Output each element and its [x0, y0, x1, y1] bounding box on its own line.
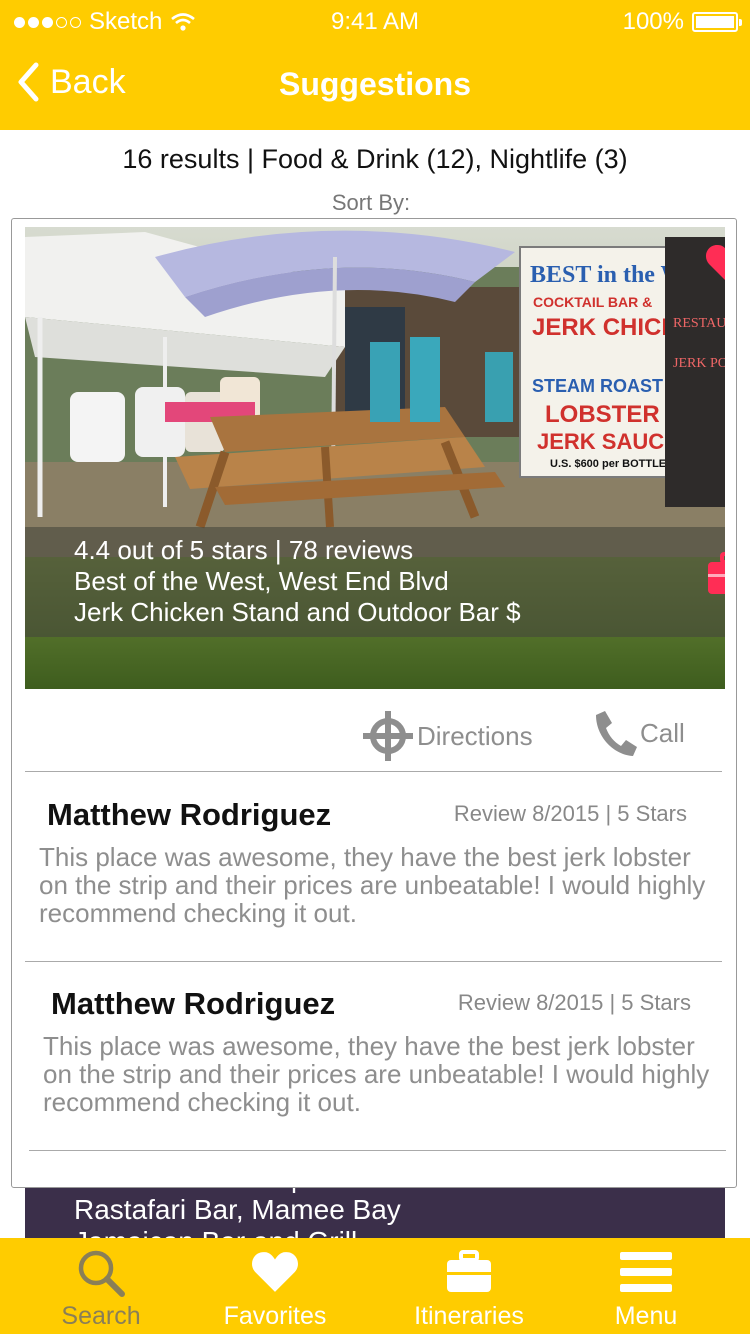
listing-rating: 4.4 out of 5 stars | 78 reviews [74, 535, 414, 565]
status-right: 100% [622, 8, 742, 36]
sign-text-6: JERK SAUCE [537, 429, 679, 454]
tab-label: Favorites [223, 1302, 327, 1330]
tab-label: Itineraries [414, 1302, 524, 1330]
listing-info-overlay: 4.4 out of 5 stars | 78 reviews Best of … [25, 527, 725, 637]
divider [29, 1150, 726, 1151]
listing-photo[interactable]: BEST in the WEST COCKTAIL BAR & JERK CHI… [25, 227, 725, 689]
directions-button[interactable]: Directions [361, 709, 533, 763]
nav-bar: Back Suggestions [0, 44, 750, 130]
tab-menu[interactable]: Menu [606, 1238, 686, 1334]
tab-itineraries[interactable]: Itineraries [407, 1238, 531, 1334]
results-summary: 16 results | Food & Drink (12), Nightlif… [122, 144, 628, 174]
directions-label: Directions [417, 720, 533, 751]
review-text: This place was awesome, they have the be… [39, 842, 706, 928]
reviewer-name: Matthew Rodriguez [47, 797, 332, 832]
battery-percent: 100% [622, 8, 684, 35]
status-bar: Sketch 9:41 AM 100% [0, 0, 750, 44]
review-meta: Review 8/2015 | 5 Stars [453, 801, 687, 826]
review-meta: Review 8/2015 | 5 Stars [457, 990, 691, 1015]
tab-label: Search [61, 1302, 141, 1330]
sign-text-2: COCKTAIL BAR & [533, 294, 652, 310]
sort-by-button[interactable]: Sort By: [0, 190, 742, 216]
briefcase-icon [447, 1250, 491, 1292]
tab-favorites[interactable]: Favorites [218, 1238, 332, 1334]
search-icon [78, 1250, 125, 1297]
listing-actions: Directions Call [12, 699, 736, 771]
divider [25, 771, 722, 772]
call-label: Call [640, 717, 685, 748]
menu-icon [620, 1252, 672, 1292]
sign-text-5: LOBSTER [545, 401, 660, 428]
battery-icon [692, 12, 742, 32]
header: Sketch 9:41 AM 100% Back Suggestions [0, 0, 750, 130]
heart-icon [252, 1252, 298, 1292]
tab-bar: Search Favorites Itineraries Menu [0, 1238, 750, 1334]
review-text: This place was awesome, they have the be… [43, 1031, 710, 1117]
sign-text-8: RESTAURANT [673, 316, 725, 331]
call-button[interactable]: Call [592, 709, 685, 757]
crosshair-icon [363, 711, 413, 761]
listing-type: Jerk Chicken Stand and Outdoor Bar $ [74, 597, 521, 627]
listing-card[interactable]: BEST in the WEST COCKTAIL BAR & JERK CHI… [11, 218, 737, 1188]
phone-icon [596, 711, 637, 756]
sign-text-9: JERK PORK [673, 356, 725, 371]
tab-search[interactable]: Search [55, 1238, 147, 1334]
sign-text-7: U.S. $600 per BOTTLE [550, 458, 666, 470]
page-title: Suggestions [278, 66, 471, 102]
tab-label: Menu [614, 1302, 678, 1330]
next-listing-card[interactable]: 4.5 out of 5 stars | 53 reviews Rastafar… [25, 1186, 725, 1246]
divider [25, 961, 722, 962]
next-listing-name: Rastafari Bar, Mamee Bay [74, 1194, 401, 1225]
reviewer-name: Matthew Rodriguez [51, 986, 336, 1021]
listing-name: Best of the West, West End Blvd [74, 566, 449, 596]
